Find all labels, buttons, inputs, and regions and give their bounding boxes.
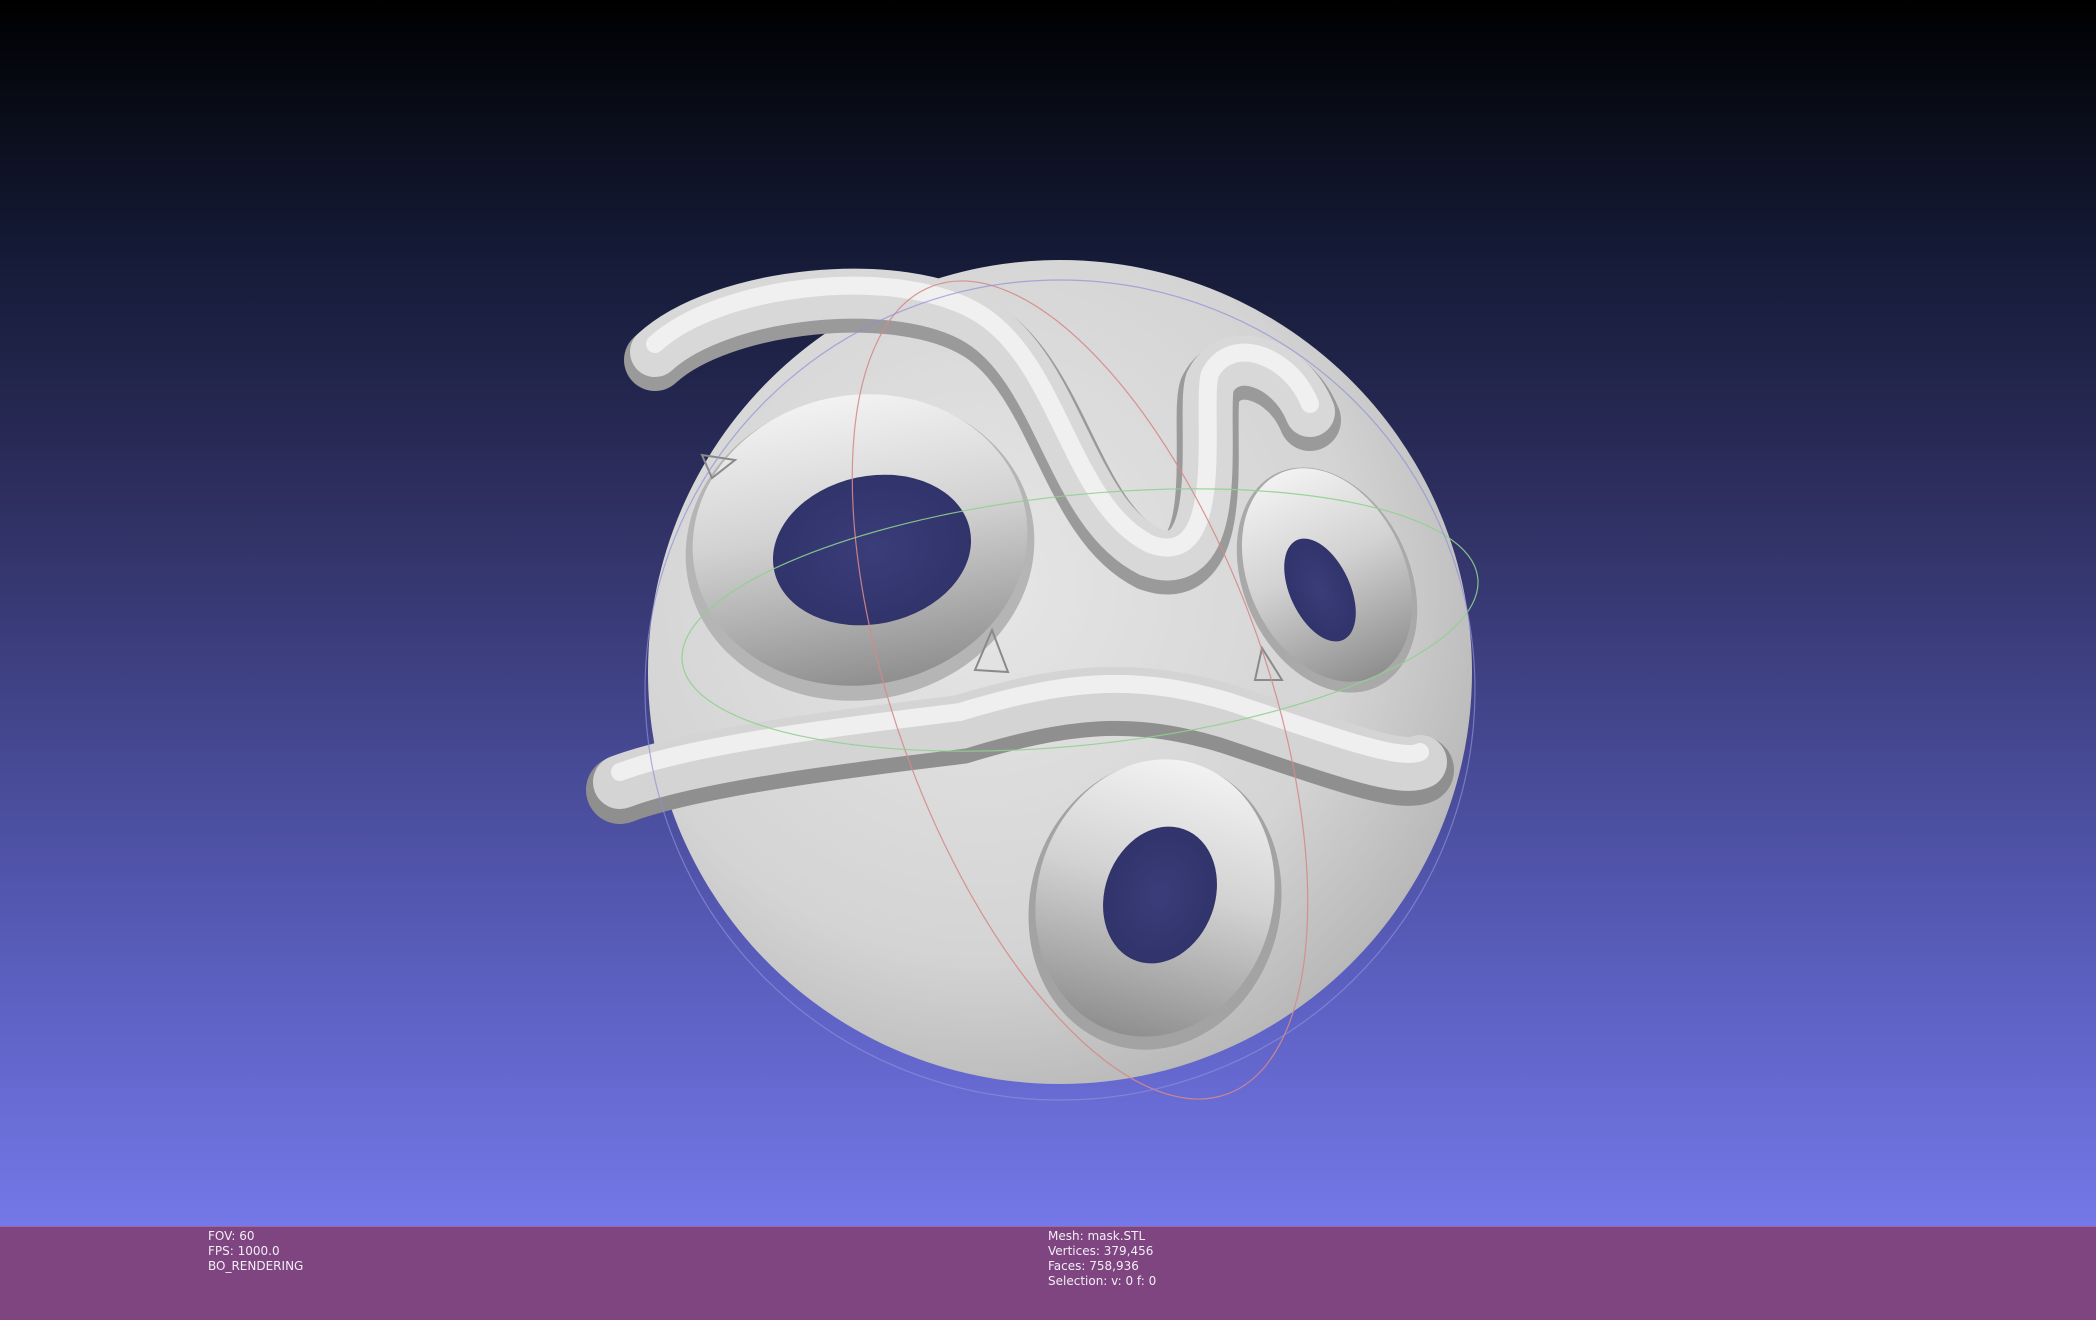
mesh-info: Mesh: mask.STL Vertices: 379,456 Faces: … (1048, 1229, 1156, 1289)
render-info: FOV: 60 FPS: 1000.0 BO_RENDERING (208, 1229, 303, 1274)
faces-readout: Faces: 758,936 (1048, 1259, 1139, 1273)
fps-readout: FPS: 1000.0 (208, 1244, 280, 1258)
3d-viewport[interactable] (0, 0, 2096, 1226)
render-mode-readout: BO_RENDERING (208, 1259, 304, 1273)
mesh-render[interactable] (0, 0, 2096, 1226)
mesh-name-readout: Mesh: mask.STL (1048, 1229, 1146, 1243)
selection-readout: Selection: v: 0 f: 0 (1048, 1274, 1157, 1288)
status-info-bar: FOV: 60 FPS: 1000.0 BO_RENDERING Mesh: m… (0, 1226, 2096, 1320)
fov-readout: FOV: 60 (208, 1229, 255, 1243)
vertices-readout: Vertices: 379,456 (1048, 1244, 1154, 1258)
